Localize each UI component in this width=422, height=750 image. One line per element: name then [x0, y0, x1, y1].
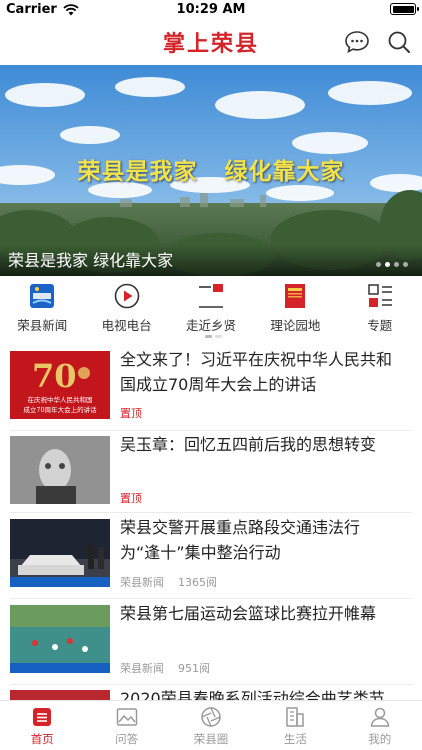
pinned-label: 置顶	[120, 492, 142, 505]
bottom-tab-bar: 首页 问答 荣县圈 生活 我的	[0, 700, 422, 750]
banner-caption-bar: 荣县是我家 绿化靠大家	[0, 244, 422, 276]
status-time: 10:29 AM	[176, 2, 246, 17]
tab-label: 生活	[283, 732, 307, 746]
nav-item-sages[interactable]: 走近乡贤	[169, 277, 253, 339]
banner-carousel[interactable]: 荣县是我家 绿化靠大家 荣县是我家 绿化靠大家	[0, 65, 422, 276]
divider	[10, 598, 412, 599]
nav-page-dot	[215, 335, 222, 338]
aperture-icon	[200, 706, 222, 728]
list-item[interactable]: 荣县交警开展重点路段交通违法行为“逢十”集中整治行动 荣县新闻 1365阅	[10, 518, 412, 591]
tab-label: 我的	[368, 732, 392, 746]
news-thumbnail	[10, 690, 110, 700]
nav-label: 走近乡贤	[185, 318, 236, 333]
tab-home[interactable]: 首页	[0, 701, 84, 750]
nav-label: 理论园地	[270, 318, 321, 333]
news-thumbnail	[10, 605, 110, 673]
news-thumbnail: 70 在庆祝中华人民共和国 成立70周年大会上的讲话	[10, 351, 110, 419]
search-icon[interactable]	[386, 29, 412, 55]
category-nav: 荣县新闻 电视电台 走近乡贤 理论园地 专题	[0, 277, 422, 339]
list-item[interactable]: 70 在庆祝中华人民共和国 成立70周年大会上的讲话 全文来了！习近平在庆祝中华…	[10, 350, 412, 423]
app-header: 掌上荣县	[0, 20, 422, 65]
news-source: 荣县新闻	[120, 662, 164, 675]
theory-book-icon	[282, 283, 308, 309]
tab-label: 荣县圈	[193, 732, 229, 746]
tab-label: 首页	[30, 732, 54, 746]
divider	[10, 430, 412, 431]
news-title: 荣县第七届运动会篮球比赛拉开帷幕	[120, 604, 377, 623]
news-title: 2020荣县春晚系列活动综合曲艺类节	[120, 689, 385, 700]
pinned-badge: 置顶	[120, 405, 142, 421]
tab-circle[interactable]: 荣县圈	[169, 701, 253, 750]
chat-bubble-icon[interactable]	[344, 29, 370, 55]
list-item[interactable]: 吴玉章：回忆五四前后我的思想转变 置顶	[10, 435, 412, 508]
topic-grid-icon	[367, 283, 393, 309]
carousel-dot[interactable]	[376, 262, 381, 267]
status-bar: Carrier 10:29 AM	[0, 0, 422, 20]
pinned-label: 置顶	[120, 407, 142, 420]
news-list: 70 在庆祝中华人民共和国 成立70周年大会上的讲话 全文来了！习近平在庆祝中华…	[0, 343, 422, 700]
carousel-dot[interactable]	[403, 262, 408, 267]
banner-slogan-part2: 绿化靠大家	[224, 159, 345, 185]
news-thumbnail	[10, 519, 110, 587]
banner-caption: 荣县是我家 绿化靠大家	[8, 251, 174, 270]
tab-label: 问答	[115, 732, 139, 746]
news-title: 全文来了！习近平在庆祝中华人民共和国成立70周年大会上的讲话	[120, 350, 393, 394]
nav-item-topics[interactable]: 专题	[338, 277, 422, 339]
banner-slogan-part1: 荣县是我家	[77, 159, 198, 185]
news-views: 951阅	[178, 662, 210, 675]
image-icon	[116, 706, 138, 728]
news-thumbnail	[10, 436, 110, 504]
news-app-icon	[29, 283, 55, 309]
building-icon	[284, 706, 306, 728]
nav-item-rongxian-news[interactable]: 荣县新闻	[0, 277, 84, 339]
news-source: 荣县新闻	[120, 576, 164, 589]
nav-label: 荣县新闻	[17, 318, 68, 333]
carousel-dots	[376, 262, 408, 267]
news-meta: 荣县新闻 951阅	[120, 660, 210, 676]
news-title: 吴玉章：回忆五四前后我的思想转变	[120, 435, 377, 454]
nav-label: 电视电台	[101, 318, 152, 333]
nav-page-indicator	[205, 335, 222, 338]
divider	[10, 512, 412, 513]
carousel-dot-active[interactable]	[385, 262, 390, 267]
play-circle-icon	[114, 283, 140, 309]
news-views: 1365阅	[178, 576, 217, 589]
layout-block-icon	[198, 283, 224, 309]
thumb-caption-2: 成立70周年大会上的讲话	[23, 406, 97, 414]
home-icon	[31, 706, 53, 728]
list-item[interactable]: 荣县第七届运动会篮球比赛拉开帷幕 荣县新闻 951阅	[10, 604, 412, 677]
nav-item-tv-radio[interactable]: 电视电台	[84, 277, 168, 339]
tab-life[interactable]: 生活	[253, 701, 337, 750]
banner-slogan: 荣县是我家 绿化靠大家	[0, 152, 422, 186]
nav-page-dot-active	[205, 335, 212, 338]
thumb-caption-1: 在庆祝中华人民共和国	[27, 396, 93, 404]
nav-label: 专题	[367, 318, 393, 333]
news-title: 荣县交警开展重点路段交通违法行为“逢十”集中整治行动	[120, 518, 361, 562]
battery-icon	[390, 3, 419, 15]
tab-qa[interactable]: 问答	[84, 701, 168, 750]
carousel-dot[interactable]	[394, 262, 399, 267]
user-icon	[369, 706, 391, 728]
divider	[10, 684, 412, 685]
svg-text:70: 70	[32, 357, 77, 395]
tab-profile[interactable]: 我的	[338, 701, 422, 750]
list-item[interactable]: 2020荣县春晚系列活动综合曲艺类节	[10, 689, 412, 700]
pinned-badge: 置顶	[120, 490, 142, 506]
nav-item-theory[interactable]: 理论园地	[253, 277, 337, 339]
news-meta: 荣县新闻 1365阅	[120, 574, 217, 590]
